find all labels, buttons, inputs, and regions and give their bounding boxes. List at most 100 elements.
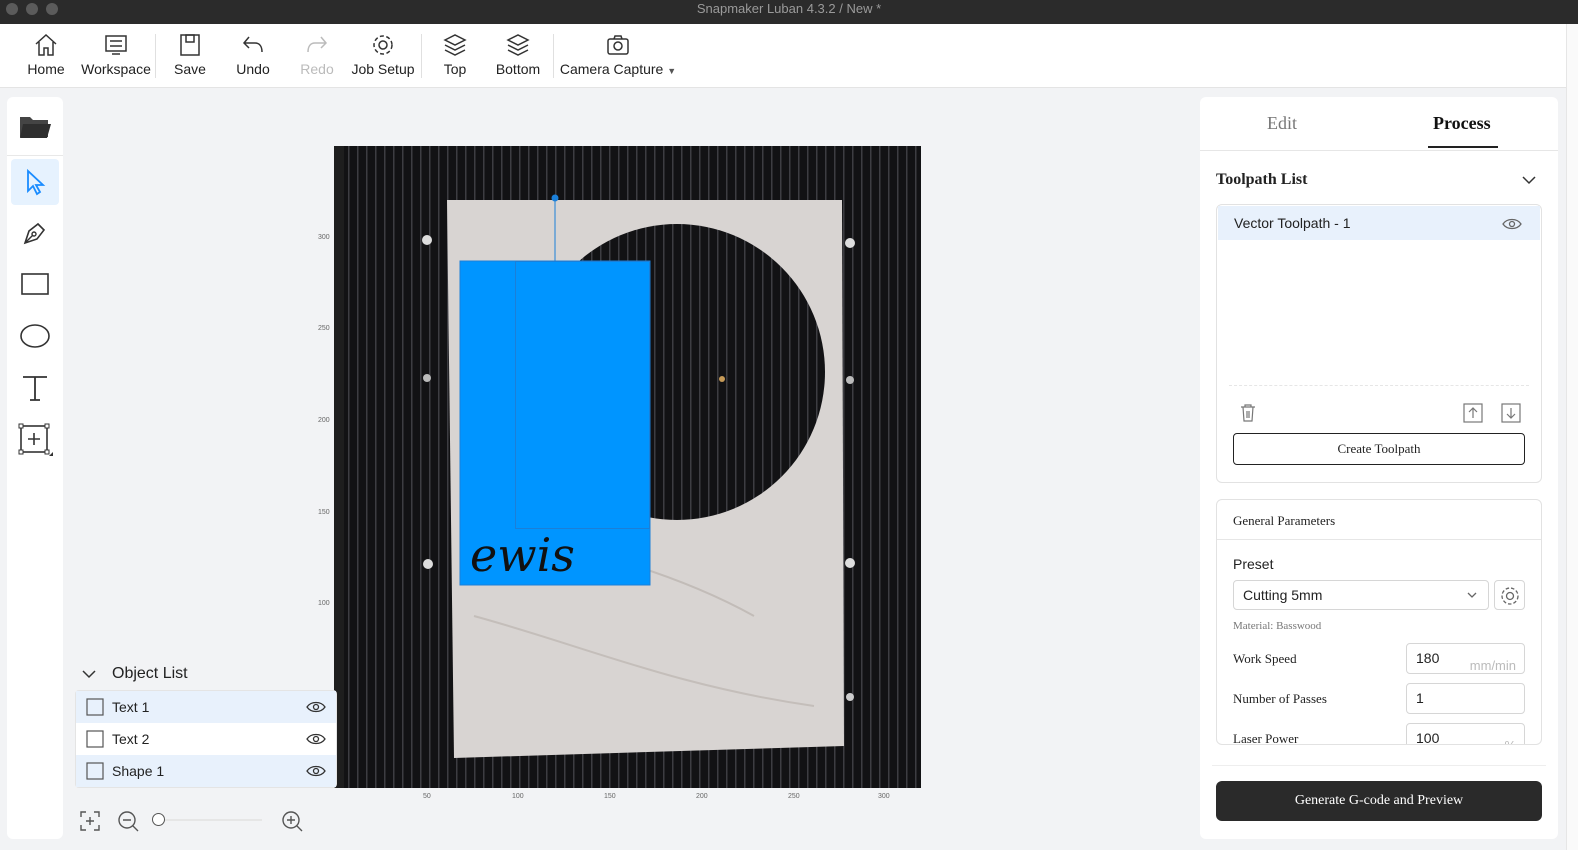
select-pointer-icon: [27, 168, 46, 196]
move-down-icon[interactable]: [1501, 403, 1521, 423]
bottom-view-button[interactable]: Bottom: [492, 32, 544, 84]
layers-bottom-icon: [506, 34, 530, 56]
gear-icon: [373, 35, 393, 55]
chevron-down-icon: [1467, 592, 1477, 598]
toolpath-list-box: Vector Toolpath - 1 Create Toolpath: [1216, 204, 1542, 483]
zoom-in-icon[interactable]: [280, 809, 304, 833]
tab-edit[interactable]: Edit: [1267, 113, 1297, 134]
open-file-button[interactable]: [11, 103, 59, 149]
zoom-out-icon[interactable]: [116, 809, 140, 833]
rotate-handle-icon[interactable]: [551, 194, 559, 202]
list-item-label: Shape 1: [112, 763, 165, 779]
ruler-tick-label: 50: [423, 793, 431, 800]
home-button[interactable]: Home: [22, 32, 70, 84]
eye-icon[interactable]: [306, 731, 326, 747]
list-item[interactable]: Text 1: [76, 691, 336, 723]
undo-button[interactable]: Undo: [232, 32, 274, 84]
pen-tool-button[interactable]: [11, 210, 59, 256]
workspace-canvas[interactable]: ewis: [334, 146, 921, 788]
redo-button[interactable]: Redo: [297, 32, 337, 84]
fit-to-view-icon[interactable]: [78, 809, 102, 833]
toolbar-divider: [553, 34, 554, 78]
eye-icon[interactable]: [306, 763, 326, 779]
preset-select[interactable]: Cutting 5mm: [1233, 580, 1489, 610]
window-title-bar: Snapmaker Luban 4.3.2 / New *: [0, 0, 1578, 24]
passes-input[interactable]: 1: [1406, 683, 1525, 714]
list-item[interactable]: Text 2: [76, 723, 336, 755]
move-up-icon[interactable]: [1463, 403, 1483, 423]
toolpath-list-item[interactable]: Vector Toolpath - 1: [1218, 206, 1540, 240]
top-label: Top: [443, 61, 467, 77]
gear-icon: [1501, 587, 1519, 605]
text-icon: [23, 376, 47, 401]
ellipse-tool-button[interactable]: [11, 313, 59, 359]
eye-icon[interactable]: [1502, 216, 1522, 232]
zoom-slider-handle[interactable]: [152, 813, 165, 826]
select-tool-button[interactable]: [11, 159, 59, 205]
object-list-header[interactable]: Object List: [75, 658, 337, 690]
panel-footer-divider: [1212, 765, 1546, 766]
window-close-button[interactable]: [6, 3, 18, 15]
list-item[interactable]: Shape 1: [76, 755, 336, 787]
preset-settings-button[interactable]: [1494, 580, 1525, 610]
zoom-controls: [78, 806, 308, 836]
ruler-tick-label: 150: [318, 509, 330, 516]
ruler-tick-label: 300: [878, 793, 890, 800]
undo-label: Undo: [236, 61, 270, 77]
general-parameters-box: General Parameters Preset Cutting 5mm Ma…: [1216, 499, 1542, 745]
job-setup-button[interactable]: Job Setup: [348, 32, 418, 84]
main-toolbar: Home Workspace Save Undo Redo Job Setup …: [0, 24, 1566, 88]
generate-gcode-button[interactable]: Generate G-code and Preview: [1216, 781, 1542, 821]
rectangle-tool-button[interactable]: [11, 261, 59, 307]
zoom-slider[interactable]: [152, 813, 262, 826]
text-object[interactable]: ewis: [470, 528, 575, 582]
pen-icon: [23, 222, 46, 245]
object-frame-icon: [86, 762, 104, 780]
window-scrollbar[interactable]: [1566, 24, 1578, 850]
laser-power-value: 100: [1416, 730, 1440, 745]
ellipse-icon: [20, 324, 50, 348]
insert-frame-icon: [18, 423, 53, 456]
laser-power-unit: %: [1504, 731, 1516, 744]
save-button[interactable]: Save: [170, 32, 210, 84]
trash-icon[interactable]: [1239, 403, 1257, 423]
bottom-label: Bottom: [495, 61, 541, 77]
chevron-down-icon: [82, 670, 96, 679]
active-tab-indicator: [1428, 146, 1498, 148]
preset-value: Cutting 5mm: [1243, 587, 1323, 603]
work-speed-input[interactable]: 180 mm/min: [1406, 643, 1525, 674]
chevron-down-icon: ▼: [667, 66, 677, 76]
object-list-panel: Object List Text 1 Text 2 Shape 1: [75, 658, 337, 798]
text-tool-button[interactable]: [11, 365, 59, 411]
camera-capture-button[interactable]: Camera Capture ▼: [556, 32, 680, 84]
window-minimize-button[interactable]: [26, 3, 38, 15]
ruler-tick-label: 150: [604, 793, 616, 800]
right-panel: Edit Process Toolpath List Vector Toolpa…: [1200, 97, 1558, 839]
redo-icon: [307, 36, 328, 53]
rectangle-icon: [21, 273, 49, 295]
preset-label: Preset: [1233, 556, 1274, 572]
chevron-down-icon[interactable]: [1520, 173, 1538, 187]
tab-process[interactable]: Process: [1433, 113, 1491, 134]
job-setup-label: Job Setup: [351, 61, 415, 77]
top-view-button[interactable]: Top: [436, 32, 474, 84]
eye-icon[interactable]: [306, 699, 326, 715]
work-speed-value: 180: [1416, 650, 1440, 666]
window-zoom-button[interactable]: [46, 3, 58, 15]
left-toolbox: [7, 97, 63, 839]
toolbar-divider: [421, 34, 422, 78]
list-divider: [1229, 385, 1529, 386]
home-icon: [35, 33, 57, 56]
general-parameters-title: General Parameters: [1233, 513, 1336, 528]
work-speed-label: Work Speed: [1233, 651, 1297, 666]
workspace-button[interactable]: Workspace: [78, 32, 154, 84]
object-frame-icon: [86, 698, 104, 716]
workspace-icon: [105, 35, 127, 55]
insert-tool-button[interactable]: [11, 417, 59, 463]
save-icon: [180, 34, 200, 56]
passes-value: 1: [1416, 690, 1424, 706]
laser-power-input[interactable]: 100 %: [1406, 723, 1525, 745]
create-toolpath-button[interactable]: Create Toolpath: [1233, 433, 1525, 465]
selection-overlay: [459, 194, 651, 586]
layers-top-icon: [443, 34, 467, 56]
